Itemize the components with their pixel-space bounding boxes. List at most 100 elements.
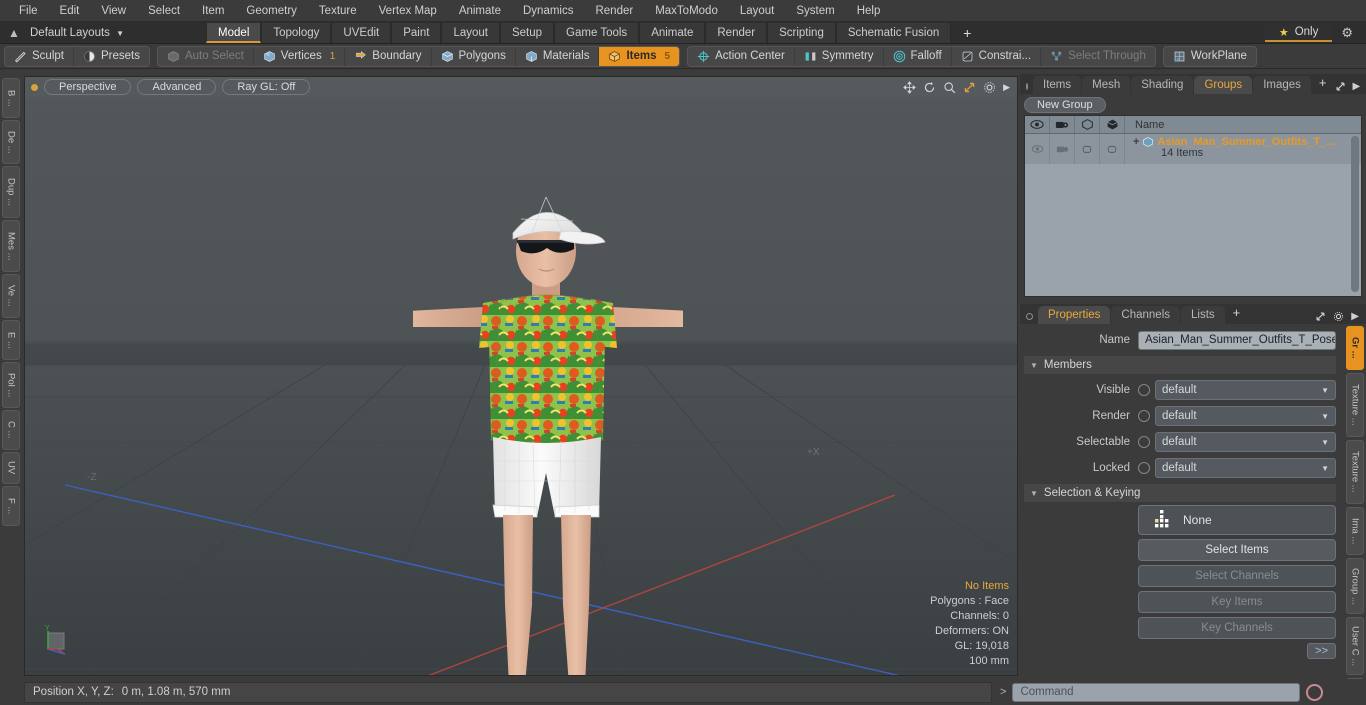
items-button[interactable]: Items 5	[599, 46, 680, 66]
tab-images[interactable]: Images	[1253, 76, 1311, 94]
polygons-button[interactable]: Polygons	[432, 46, 516, 66]
locked-dropdown[interactable]: default ▼	[1155, 458, 1336, 478]
row-eye-toggle[interactable]	[1025, 134, 1050, 164]
selectable-icon[interactable]	[1075, 116, 1100, 133]
right-tab-texture2[interactable]: Texture ...	[1346, 440, 1364, 504]
selectable-channel-dot[interactable]	[1138, 436, 1150, 448]
right-tab-groups[interactable]: Gr ...	[1346, 326, 1364, 370]
symmetry-button[interactable]: Symmetry	[795, 46, 884, 66]
viewport-canvas[interactable]: -Z +X No Items Polygons: Face Channels:…	[25, 97, 1017, 675]
row-render-toggle[interactable]	[1050, 134, 1075, 164]
left-tab-curve[interactable]: C ...	[2, 410, 20, 450]
left-tab-polygon[interactable]: Pol ...	[2, 362, 20, 408]
menu-item-system[interactable]: System	[785, 1, 845, 21]
constraint-button[interactable]: Constrai...	[952, 46, 1042, 66]
menu-item-item[interactable]: Item	[191, 1, 235, 21]
menu-item-layout[interactable]: Layout	[729, 1, 786, 21]
select-items-button[interactable]: Select Items	[1138, 539, 1336, 561]
right-tab-group[interactable]: Group ...	[1346, 558, 1364, 614]
tab-uvedit[interactable]: UVEdit	[331, 22, 392, 43]
select-through-button[interactable]: Select Through	[1041, 47, 1155, 66]
tab-setup[interactable]: Setup	[499, 22, 555, 43]
viewport-shading-dropdown[interactable]: Advanced	[137, 79, 217, 95]
menu-item-animate[interactable]: Animate	[448, 1, 512, 21]
falloff-button[interactable]: Falloff	[884, 46, 952, 66]
tab-topology[interactable]: Topology	[261, 22, 332, 43]
auto-select-button[interactable]: Auto Select	[158, 46, 254, 66]
chevron-right-icon[interactable]: ▶	[1353, 81, 1361, 92]
row-name-cell[interactable]: + Asian_Man_Summer_Outfits_T_... 14 Item…	[1125, 134, 1361, 164]
tab-layout[interactable]: Layout	[441, 22, 500, 43]
rotate-icon[interactable]	[923, 81, 936, 94]
selection-set-field[interactable]: None	[1138, 505, 1336, 535]
select-channels-button[interactable]: Select Channels	[1138, 565, 1336, 587]
left-tab-basic[interactable]: B ...	[2, 78, 20, 118]
add-panel-tab-button[interactable]: +	[1312, 76, 1334, 94]
command-input[interactable]: Command	[1012, 682, 1301, 702]
materials-button[interactable]: Materials	[516, 46, 600, 66]
right-tab-user[interactable]: User C ...	[1346, 617, 1364, 675]
visible-channel-dot[interactable]	[1138, 384, 1150, 396]
chevron-right-icon[interactable]: ▶	[1351, 311, 1359, 322]
groups-list[interactable]: Name + Asian_Man_Summer_Outfits_T_... 14…	[1024, 115, 1362, 297]
right-tab-images[interactable]: Ima ...	[1346, 507, 1364, 555]
vertices-button[interactable]: Vertices 1	[254, 46, 346, 66]
left-tab-mesh[interactable]: Mes ...	[2, 220, 20, 272]
locked-channel-dot[interactable]	[1138, 462, 1150, 474]
render-channel-dot[interactable]	[1138, 410, 1150, 422]
menu-item-render[interactable]: Render	[584, 1, 644, 21]
menu-item-help[interactable]: Help	[846, 1, 892, 21]
menu-item-dynamics[interactable]: Dynamics	[512, 1, 584, 21]
key-items-button[interactable]: Key Items	[1138, 591, 1336, 613]
tab-items[interactable]: Items	[1033, 76, 1082, 94]
render-icon[interactable]	[1050, 116, 1075, 133]
render-dropdown[interactable]: default ▼	[1155, 406, 1336, 426]
viewport-3d[interactable]: Perspective Advanced Ray GL: Off ▶ -Z +X…	[24, 76, 1018, 676]
add-tab-button[interactable]: +	[951, 22, 984, 43]
menu-item-vertex-map[interactable]: Vertex Map	[368, 1, 448, 21]
table-row[interactable]: + Asian_Man_Summer_Outfits_T_... 14 Item…	[1025, 134, 1361, 164]
left-tab-duplicate[interactable]: Dup ...	[2, 166, 20, 218]
expand-toggle[interactable]: +	[1133, 136, 1139, 148]
tab-groups[interactable]: Groups	[1194, 76, 1253, 94]
selectable-dropdown[interactable]: default ▼	[1155, 432, 1336, 452]
pan-icon[interactable]	[903, 80, 916, 94]
tab-paint[interactable]: Paint	[391, 22, 442, 43]
members-section-header[interactable]: ▼ Members	[1024, 356, 1336, 374]
left-tab-deform[interactable]: De ...	[2, 120, 20, 164]
sculpt-button[interactable]: Sculpt	[5, 46, 74, 66]
axis-gizmo[interactable]: Y	[39, 621, 79, 661]
action-center-button[interactable]: Action Center	[688, 46, 795, 66]
tab-game-tools[interactable]: Game Tools	[554, 22, 640, 43]
row-selectable-toggle[interactable]	[1075, 134, 1100, 164]
new-group-button[interactable]: New Group	[1024, 97, 1106, 113]
gear-icon[interactable]: ⚙	[1332, 23, 1362, 43]
name-field[interactable]: Asian_Man_Summer_Outfits_T_Pose (	[1138, 330, 1336, 350]
left-tab-vertex[interactable]: Ve ...	[2, 274, 20, 318]
menu-item-maxtomodo[interactable]: MaxToModo	[644, 1, 729, 21]
eye-icon[interactable]	[1025, 116, 1050, 133]
default-layouts-dropdown[interactable]: Default Layouts ▼	[24, 25, 134, 41]
expand-icon[interactable]	[1315, 311, 1326, 322]
tab-mesh[interactable]: Mesh ...	[1082, 76, 1131, 105]
character-model[interactable]	[413, 185, 683, 676]
expand-icon[interactable]	[1335, 81, 1346, 92]
menu-item-file[interactable]: File	[8, 1, 49, 21]
gear-icon[interactable]	[983, 81, 996, 94]
more-options-button[interactable]: >>	[1307, 643, 1336, 659]
tab-animate[interactable]: Animate	[639, 22, 706, 43]
tab-properties[interactable]: Properties	[1038, 306, 1111, 324]
groups-list-scrollbar[interactable]	[1351, 136, 1359, 292]
record-icon[interactable]	[1306, 683, 1324, 701]
chevron-right-icon[interactable]: ▶	[1003, 82, 1010, 93]
tab-shading[interactable]: Shading	[1131, 76, 1194, 94]
menu-item-geometry[interactable]: Geometry	[235, 1, 308, 21]
left-tab-fusion[interactable]: F ...	[2, 486, 20, 526]
left-tab-edge[interactable]: E ...	[2, 320, 20, 360]
presets-button[interactable]: Presets	[74, 47, 149, 66]
lock-icon[interactable]	[1100, 116, 1125, 133]
tab-schematic-fusion[interactable]: Schematic Fusion	[835, 22, 952, 43]
menu-item-view[interactable]: View	[90, 1, 137, 21]
add-properties-tab-button[interactable]: +	[1226, 306, 1248, 324]
gear-icon[interactable]	[1333, 311, 1344, 322]
